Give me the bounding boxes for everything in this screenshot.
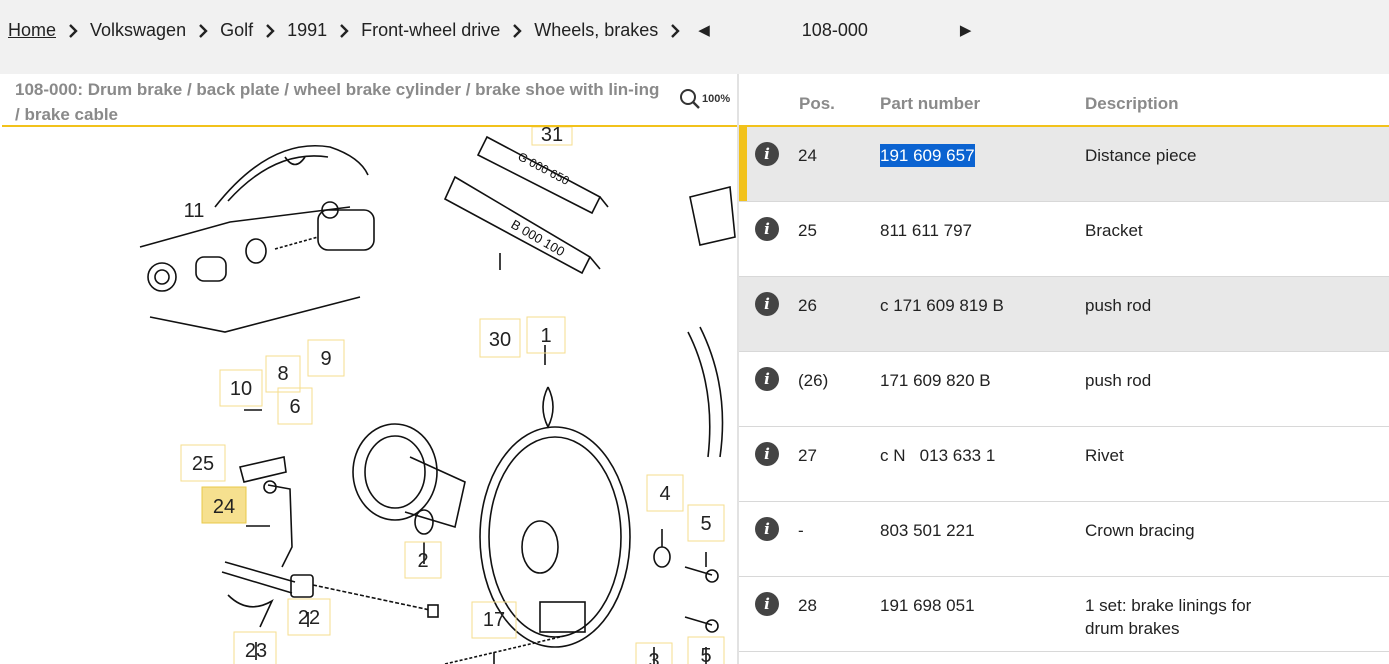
description-cell: push rod xyxy=(1085,371,1152,390)
callout-5[interactable]: 5 xyxy=(700,513,711,535)
callout-17[interactable]: 17 xyxy=(483,609,505,631)
callout-8[interactable]: 8 xyxy=(277,363,288,385)
header-part-number[interactable]: Part number xyxy=(880,94,980,114)
info-icon[interactable]: i xyxy=(755,367,779,391)
callout-24-highlighted[interactable]: 24 xyxy=(213,496,235,518)
part-number-cell[interactable]: 171 609 820 B xyxy=(880,369,991,392)
description-cell: Bracket xyxy=(1085,221,1143,240)
callout-1[interactable]: 1 xyxy=(540,325,551,347)
info-icon[interactable]: i xyxy=(755,292,779,316)
pos-cell: 27 xyxy=(798,446,817,465)
pos-cell: 28 xyxy=(798,596,817,615)
callout-31[interactable]: 31 xyxy=(541,127,563,146)
callout-3[interactable]: 3 xyxy=(648,650,659,664)
callout-6[interactable]: 6 xyxy=(289,396,300,418)
diagram-panel: 108-000: Drum brake / back plate / wheel… xyxy=(0,74,739,664)
callout-9[interactable]: 9 xyxy=(320,348,331,370)
part-number-cell[interactable]: 803 501 221 xyxy=(880,519,975,542)
pos-cell: (26) xyxy=(798,371,829,390)
table-row[interactable]: i 25 811 611 797 Bracket xyxy=(739,202,1389,277)
breadcrumb-home[interactable]: Home xyxy=(8,20,56,41)
breadcrumb-model[interactable]: Golf xyxy=(220,20,253,41)
table-row[interactable]: i 27 c N 013 633 1 Rivet xyxy=(739,427,1389,502)
sheet-number: 108-000 xyxy=(801,19,868,40)
description-cell: 1 set: brake linings for drum brakes xyxy=(1085,596,1252,638)
table-row[interactable]: i - 803 501 221 Crown bracing xyxy=(739,502,1389,577)
pos-cell: 24 xyxy=(798,146,817,165)
info-icon[interactable]: i xyxy=(755,592,779,616)
table-row[interactable]: i (26) 171 609 820 B push rod xyxy=(739,352,1389,427)
description-cell: Rivet xyxy=(1085,446,1124,465)
table-row[interactable]: i 24 191 609 657 Distance piece xyxy=(739,127,1389,202)
callout-25[interactable]: 25 xyxy=(192,453,214,475)
zoom-button[interactable]: 100% xyxy=(679,88,730,110)
part-number-cell[interactable]: c 171 609 819 B xyxy=(880,294,1004,317)
description-cell: Distance piece xyxy=(1085,146,1197,165)
breadcrumb-bar: Home Volkswagen Golf 1991 Front-wheel dr… xyxy=(0,0,1389,74)
breadcrumb-brand[interactable]: Volkswagen xyxy=(90,20,186,41)
description-cell: Crown bracing xyxy=(1085,521,1195,540)
part-number-cell[interactable]: 191 609 657 xyxy=(880,144,975,167)
chevron-right-icon xyxy=(56,20,90,41)
pos-cell: 25 xyxy=(798,221,817,240)
breadcrumb-group[interactable]: Wheels, brakes xyxy=(534,20,658,41)
zoom-level: 100% xyxy=(702,93,731,105)
next-sheet-button[interactable]: ▶ xyxy=(960,21,972,39)
breadcrumb-year[interactable]: 1991 xyxy=(287,20,327,41)
callout-11[interactable]: 11 xyxy=(184,200,205,222)
prev-sheet-button[interactable]: ◀ xyxy=(698,21,710,39)
magnifier-icon xyxy=(680,89,700,109)
header-pos[interactable]: Pos. xyxy=(799,94,835,114)
table-row[interactable]: i 26 c 171 609 819 B push rod xyxy=(739,277,1389,352)
breadcrumb-drive[interactable]: Front-wheel drive xyxy=(361,20,500,41)
callout-2[interactable]: 2 xyxy=(417,550,428,572)
header-description[interactable]: Description xyxy=(1085,94,1179,114)
exploded-parts-diagram[interactable]: G 000 650 B 000 100 31 11 30 8 9 10 6 1 … xyxy=(0,127,737,664)
diagram-title: 108-000: Drum brake / back plate / wheel… xyxy=(15,80,660,124)
callout-4[interactable]: 4 xyxy=(659,483,670,505)
callout-23[interactable]: 23 xyxy=(245,640,267,662)
pos-cell: - xyxy=(798,521,804,540)
table-row[interactable]: i 28 191 698 051 1 set: brake linings fo… xyxy=(739,577,1389,652)
pos-cell: 26 xyxy=(798,296,817,315)
parts-table: Pos. Part number Description i 24 191 60… xyxy=(739,74,1389,664)
description-cell: push rod xyxy=(1085,296,1152,315)
part-number-cell[interactable]: c N 013 633 1 xyxy=(880,444,995,467)
info-icon[interactable]: i xyxy=(755,517,779,541)
info-icon[interactable]: i xyxy=(755,442,779,466)
chevron-right-icon xyxy=(500,20,534,41)
chevron-right-icon xyxy=(658,20,692,41)
callout-5b[interactable]: 5 xyxy=(700,645,711,664)
chevron-right-icon xyxy=(327,20,361,41)
callout-30[interactable]: 30 xyxy=(489,329,511,351)
callout-10[interactable]: 10 xyxy=(230,378,252,400)
chevron-right-icon xyxy=(253,20,287,41)
info-icon[interactable]: i xyxy=(755,217,779,241)
callout-22[interactable]: 22 xyxy=(298,607,320,629)
breadcrumb: Home Volkswagen Golf 1991 Front-wheel dr… xyxy=(8,19,971,41)
tube-label-g000650: G 000 650 xyxy=(516,149,572,188)
part-number-cell[interactable]: 811 611 797 xyxy=(880,219,972,242)
info-icon[interactable]: i xyxy=(755,142,779,166)
part-number-cell[interactable]: 191 698 051 xyxy=(880,594,975,617)
chevron-right-icon xyxy=(186,20,220,41)
table-header: Pos. Part number Description xyxy=(739,74,1389,127)
drawing-lines xyxy=(139,135,736,664)
